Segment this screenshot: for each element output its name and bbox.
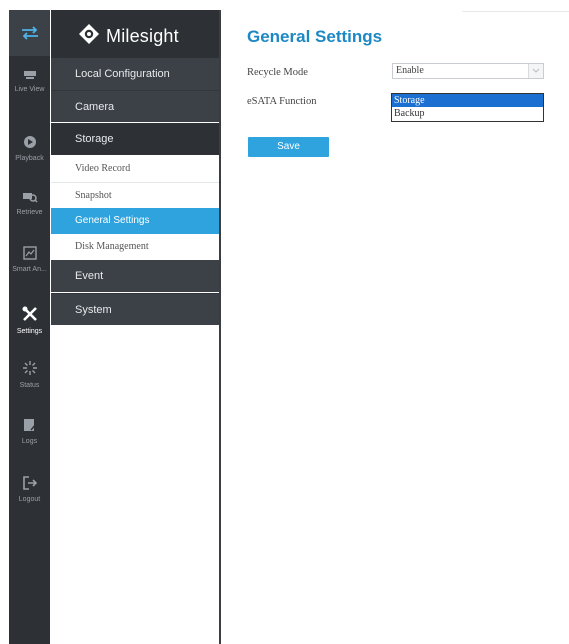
- menu-disk-management[interactable]: Disk Management: [51, 234, 219, 260]
- esata-function-label: eSATA Function: [247, 96, 317, 107]
- menu-camera[interactable]: Camera: [51, 90, 219, 122]
- rail-label: Smart An...: [12, 266, 47, 273]
- recycle-mode-value: Enable: [396, 65, 424, 76]
- milesight-logo-icon: [78, 23, 100, 50]
- recycle-mode-label: Recycle Mode: [247, 67, 308, 78]
- smart-analysis-icon: [9, 246, 50, 263]
- rail-label: Logs: [21, 438, 38, 445]
- rail-playback[interactable]: Playback: [9, 135, 50, 163]
- settings-menu: Milesight Local Configuration Camera Sto…: [51, 10, 221, 644]
- menu-system[interactable]: System: [51, 293, 219, 325]
- brand-name: Milesight: [106, 26, 179, 46]
- menu-toggle-button[interactable]: [9, 10, 50, 56]
- retrieve-icon: [9, 191, 50, 206]
- rail-label: Live View: [14, 86, 45, 93]
- menu-snapshot[interactable]: Snapshot: [51, 183, 219, 209]
- settings-icon: [9, 306, 50, 325]
- rail-label: Logout: [18, 496, 41, 503]
- rail-label: Status: [19, 382, 40, 389]
- rail-logs[interactable]: Logs: [9, 418, 50, 446]
- dropdown-option-storage[interactable]: Storage: [392, 94, 543, 107]
- save-button[interactable]: Save: [248, 137, 329, 157]
- rail-label: Playback: [15, 155, 44, 162]
- chevron-down-icon: [528, 64, 543, 78]
- esata-function-dropdown[interactable]: Storage Backup: [391, 93, 544, 122]
- status-icon: [9, 360, 50, 379]
- rail-live-view[interactable]: Live View: [9, 70, 50, 94]
- rail-status[interactable]: Status: [9, 360, 50, 390]
- rail-logout[interactable]: Logout: [9, 476, 50, 504]
- rail-retrieve[interactable]: Retrieve: [9, 191, 50, 217]
- swap-arrows-icon: [21, 26, 39, 43]
- recycle-mode-select[interactable]: Enable: [392, 63, 544, 79]
- page-title: General Settings: [247, 27, 383, 46]
- rail-settings[interactable]: Settings: [9, 306, 50, 336]
- rail-label: Settings: [16, 328, 43, 335]
- menu-general-settings[interactable]: General Settings: [51, 208, 219, 234]
- live-view-icon: [9, 70, 50, 83]
- menu-header: Milesight: [51, 10, 219, 58]
- rail-label: Retrieve: [16, 209, 43, 216]
- menu-video-record[interactable]: Video Record: [51, 156, 219, 182]
- top-divider: [462, 11, 569, 12]
- menu-storage[interactable]: Storage: [51, 123, 219, 155]
- rail-smart-analysis[interactable]: Smart An...: [9, 246, 50, 274]
- brand-logo: Milesight: [78, 23, 179, 50]
- menu-local-configuration[interactable]: Local Configuration: [51, 58, 219, 90]
- logs-icon: [9, 418, 50, 435]
- dropdown-option-backup[interactable]: Backup: [392, 107, 543, 120]
- playback-icon: [9, 135, 50, 152]
- menu-event[interactable]: Event: [51, 260, 219, 292]
- logout-icon: [9, 476, 50, 493]
